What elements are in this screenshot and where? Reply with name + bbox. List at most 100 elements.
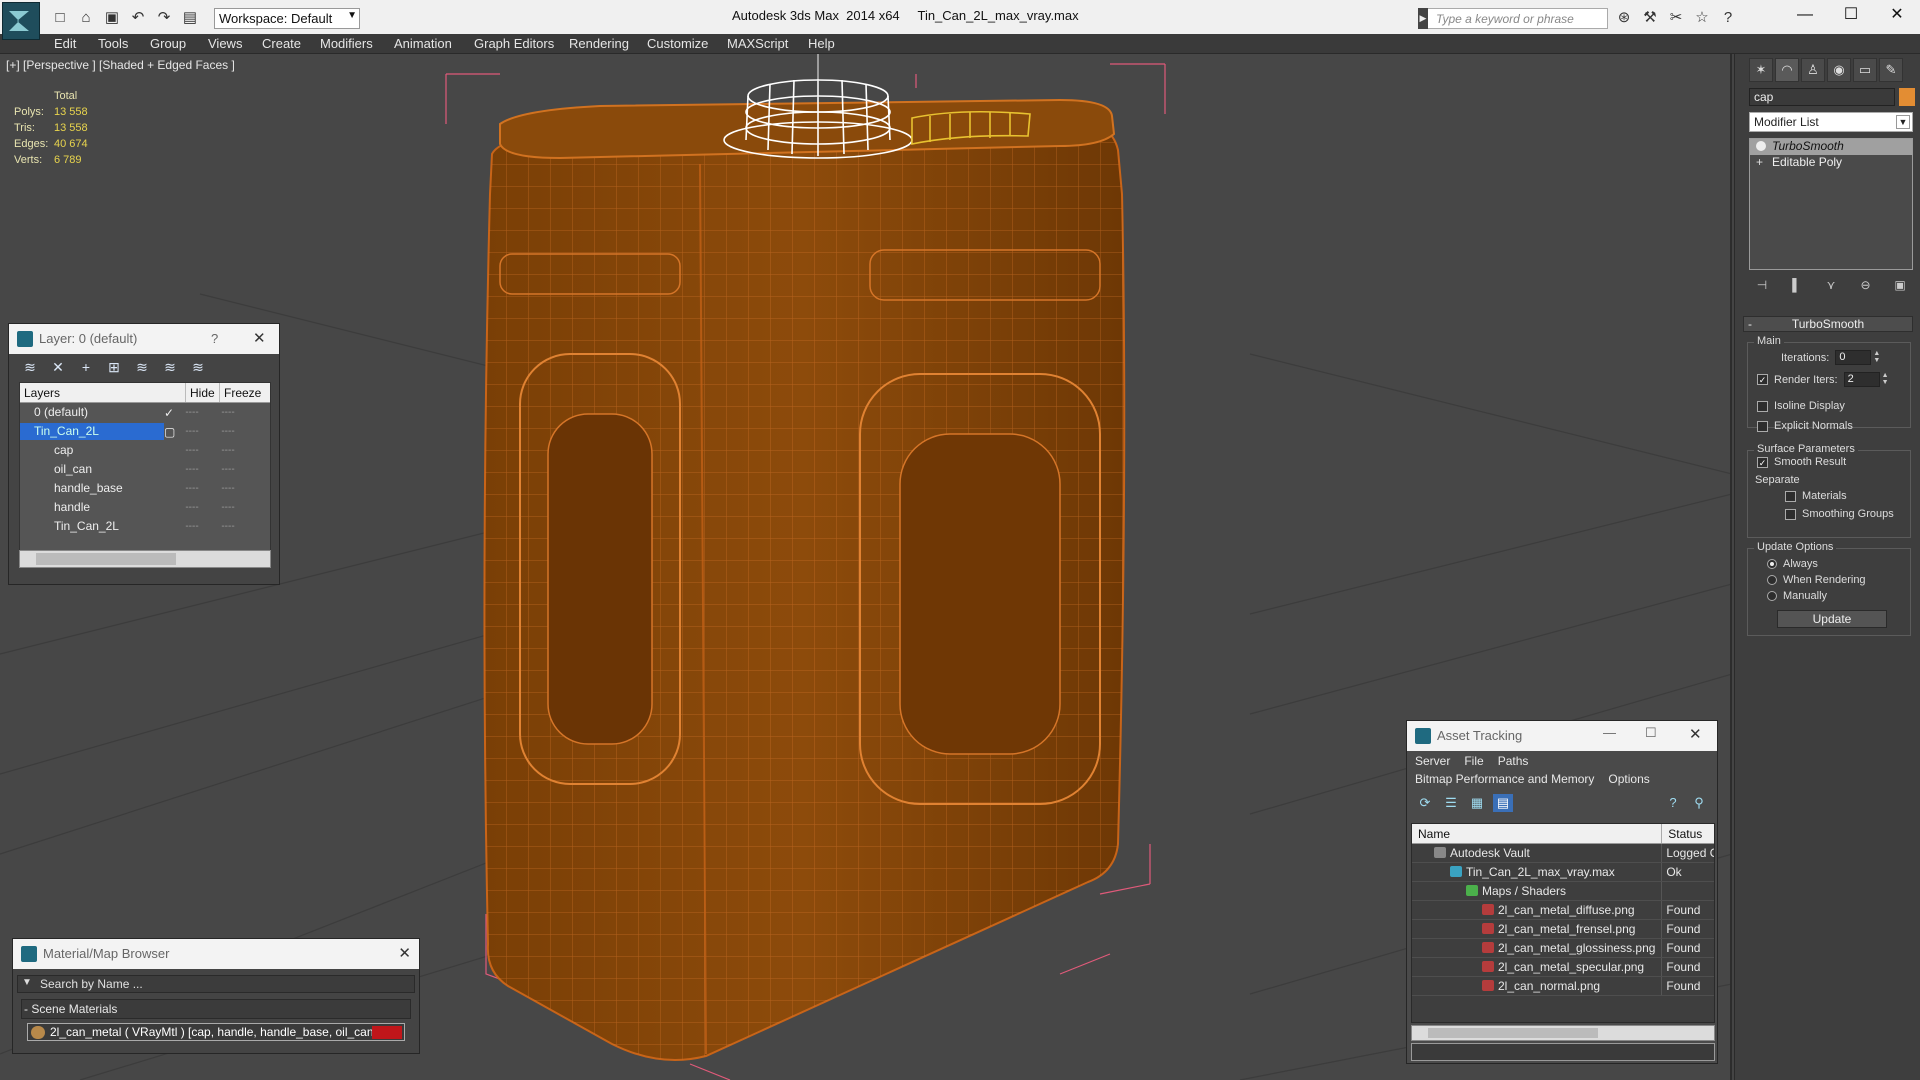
menu-help[interactable]: Help [808,36,835,51]
hierarchy-tab-icon[interactable]: ♙ [1801,58,1825,82]
layer-row[interactable]: 0 (default) ✓ ---- ---- [20,403,270,422]
hide-toggle[interactable]: ---- [174,464,210,475]
help-icon[interactable]: ? [211,331,218,346]
menu-tools[interactable]: Tools [98,36,128,51]
asset-tracking-titlebar[interactable]: Asset Tracking — ☐ ✕ [1407,721,1717,751]
update-always-option[interactable]: Always [1767,558,1818,570]
refresh-icon[interactable]: ⟳ [1415,794,1435,812]
column-hide[interactable]: Hide [186,383,220,402]
menu-edit[interactable]: Edit [54,36,76,51]
create-layer-icon[interactable]: ≋ [19,358,41,376]
close-icon[interactable]: ✕ [1689,725,1702,743]
iterations-spinner[interactable]: 0 [1835,350,1872,365]
create-tab-icon[interactable]: ✶ [1749,58,1773,82]
open-file-icon[interactable]: ⌂ [76,8,96,28]
stack-item-editable-poly[interactable]: + Editable Poly [1750,155,1912,171]
menu-customize[interactable]: Customize [647,36,708,51]
scrollbar-thumb[interactable] [1428,1028,1598,1038]
search-expand-icon[interactable]: ▶ [1418,8,1428,29]
menu-paths[interactable]: Paths [1498,754,1529,768]
hide-toggle[interactable]: ---- [174,502,210,513]
modifier-list-dropdown[interactable]: Modifier List ▼ [1749,112,1913,132]
highlight-layer-icon[interactable]: ≋ [131,358,153,376]
close-icon[interactable]: ✕ [398,944,411,962]
utilities-tab-icon[interactable]: ✎ [1879,58,1903,82]
favorites-star-icon[interactable]: ☆ [1692,8,1712,28]
hide-toggle[interactable]: ---- [174,521,210,532]
remove-modifier-icon[interactable]: ⊖ [1857,276,1875,294]
motion-tab-icon[interactable]: ◉ [1827,58,1851,82]
menu-create[interactable]: Create [262,36,301,51]
menu-options[interactable]: Options [1608,772,1649,787]
column-layers[interactable]: Layers [20,383,186,402]
table-row[interactable]: 2l_can_metal_frensel.png Found [1412,920,1714,939]
binoculars-icon[interactable]: ⊛ [1614,8,1634,28]
update-manually-option[interactable]: Manually [1767,590,1827,602]
menu-modifiers[interactable]: Modifiers [320,36,373,51]
select-objects-icon[interactable]: ⊞ [103,358,125,376]
freeze-toggle[interactable]: ---- [210,521,246,532]
column-name[interactable]: Name [1412,824,1663,843]
active-layer-box[interactable]: ▢ [164,425,175,439]
minimize-icon[interactable]: — [1782,0,1828,32]
small-icons-view-icon[interactable]: ▦ [1467,794,1487,812]
spinner-arrows-icon[interactable]: ▲ ▼ [1873,350,1881,365]
save-file-icon[interactable]: ▣ [102,8,122,28]
help-icon[interactable]: ? [1718,8,1738,28]
render-iters-spinner[interactable]: 2 [1843,372,1880,387]
spinner-arrows-icon[interactable]: ▲ ▼ [1882,372,1890,387]
asset-path-field[interactable] [1411,1043,1715,1061]
infocenter-search-input[interactable]: Type a keyword or phrase [1418,8,1608,29]
expand-icon[interactable]: + [1756,155,1763,169]
table-row[interactable]: 2l_can_normal.png Found [1412,977,1714,996]
redo-icon[interactable]: ↷ [154,8,174,28]
hide-toggle[interactable]: ---- [174,483,210,494]
workspace-dropdown[interactable]: Workspace: Default ▼ [214,8,360,29]
scene-materials-group[interactable]: - Scene Materials [21,999,411,1019]
configure-sets-icon[interactable]: ▣ [1891,276,1909,294]
viewport-label[interactable]: [+] [Perspective ] [Shaded + Edged Faces… [6,58,235,72]
column-status[interactable]: Status [1662,824,1714,843]
table-row[interactable]: Maps / Shaders [1412,882,1714,901]
layer-object-row[interactable]: Tin_Can_2L ---- ---- [20,517,270,536]
smooth-result-checkbox[interactable]: ✓ [1757,456,1768,468]
hide-toggle[interactable]: ---- [174,407,210,418]
modify-tab-icon[interactable]: ◠ [1775,58,1799,82]
smooth-result-option[interactable]: ✓ Smooth Result [1757,456,1846,468]
active-layer-check[interactable]: ✓ [164,406,174,420]
hide-toggle[interactable]: ---- [174,426,210,437]
collapse-icon[interactable]: - [1748,317,1752,331]
freeze-toggle[interactable]: ---- [210,445,246,456]
table-row[interactable]: Tin_Can_2L_max_vray.max Ok [1412,863,1714,882]
layer-object-row[interactable]: oil_can ---- ---- [20,460,270,479]
close-icon[interactable]: ✕ [1874,0,1920,32]
help-search-icon[interactable]: ⚲ [1689,794,1709,812]
when-rendering-radio[interactable] [1767,575,1777,585]
asset-horizontal-scrollbar[interactable] [1411,1025,1715,1041]
add-to-layer-icon[interactable]: + [75,358,97,376]
separate-smoothing-groups-option[interactable]: Smoothing Groups [1785,508,1894,520]
freeze-toggle[interactable]: ---- [210,426,246,437]
lightbulb-icon[interactable] [1756,141,1766,151]
new-file-icon[interactable]: □ [50,8,70,28]
layers-horizontal-scrollbar[interactable] [19,550,271,568]
project-folder-icon[interactable]: ▤ [180,8,200,28]
subscription-icon[interactable]: ⚒ [1640,8,1660,28]
explicit-normals-checkbox[interactable] [1757,420,1768,432]
explicit-normals-option[interactable]: Explicit Normals [1757,420,1853,432]
manually-radio[interactable] [1767,591,1777,601]
menu-rendering[interactable]: Rendering [569,36,629,51]
display-tab-icon[interactable]: ▭ [1853,58,1877,82]
separate-materials-option[interactable]: Materials [1785,490,1847,502]
table-row[interactable]: 2l_can_metal_diffuse.png Found [1412,901,1714,920]
maximize-icon[interactable]: ☐ [1645,725,1657,741]
chevron-down-icon[interactable]: ▼ [22,977,32,988]
show-end-result-icon[interactable]: ▌ [1788,276,1806,294]
layer-object-row[interactable]: handle ---- ---- [20,498,270,517]
minimize-icon[interactable]: — [1603,725,1616,740]
menu-bitmap-performance[interactable]: Bitmap Performance and Memory [1415,772,1594,787]
menu-animation[interactable]: Animation [394,36,452,51]
scrollbar-thumb[interactable] [36,553,176,565]
isoline-display-option[interactable]: Isoline Display [1757,400,1845,412]
close-icon[interactable]: ✕ [253,329,266,347]
